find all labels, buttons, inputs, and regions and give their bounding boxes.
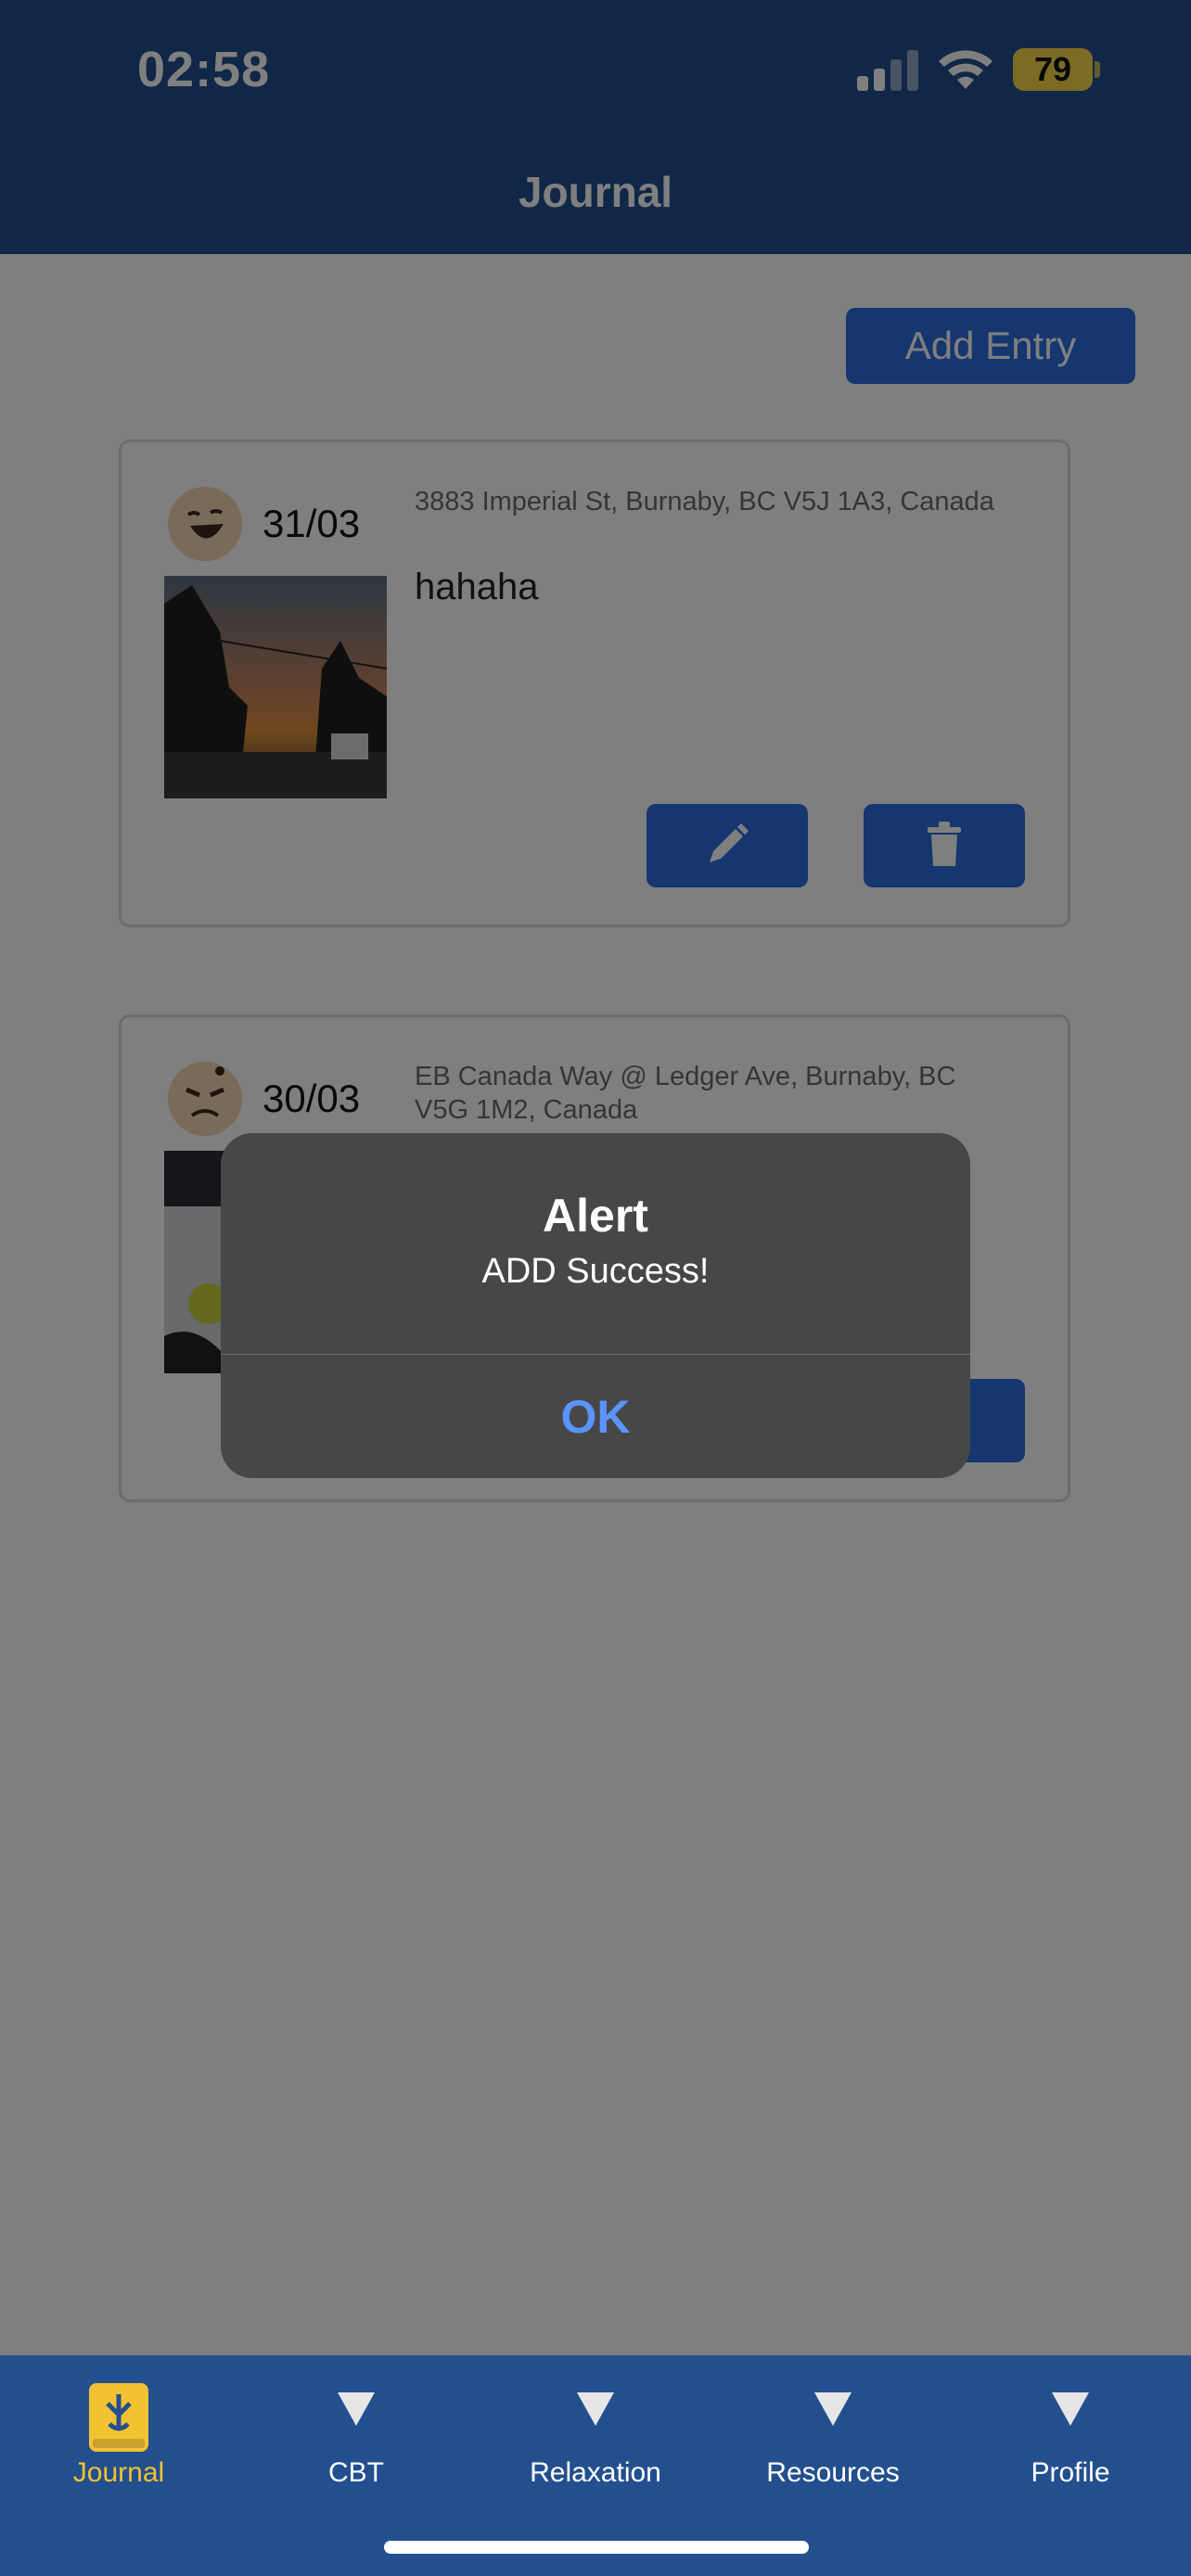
alert-message: ADD Success! [481, 1252, 710, 1291]
home-indicator [384, 2541, 809, 2554]
alert-ok-button[interactable]: OK [221, 1356, 970, 1478]
alert-dialog: Alert ADD Success! OK [221, 1133, 970, 1478]
alert-divider [221, 1354, 970, 1355]
alert-title: Alert [543, 1190, 648, 1242]
